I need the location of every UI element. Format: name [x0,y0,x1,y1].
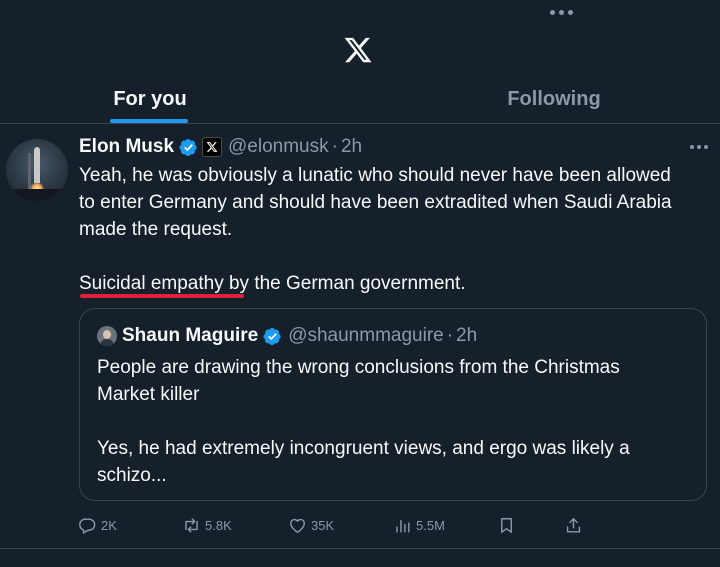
tab-following[interactable]: Following [410,76,698,123]
post-header: Elon Musk @elonmusk · 2h [79,134,362,160]
bookmark-button[interactable] [497,512,516,538]
post-timestamp[interactable]: 2h [341,136,362,158]
views-chart-icon [396,519,410,533]
post-text-line: made the request. [79,219,233,240]
more-dot [549,9,555,15]
repost-count: 5.8K [205,517,232,533]
quote-author-avatar [97,326,117,346]
quote-author-name: Shaun Maguire [122,325,259,346]
active-tab-indicator [110,119,188,123]
share-icon [566,517,581,533]
hand-drawn-underline [80,294,244,298]
repost-button[interactable]: 5.8K [182,512,232,538]
reply-count: 2K [101,517,117,533]
heart-icon [290,518,305,533]
avatar-body [100,339,114,346]
views-button[interactable]: 5.5M [393,512,445,538]
reply-icon [79,517,96,534]
post-actions-bar: 2K 5.8K 35K 5.5M [0,512,720,538]
quote-text-line: Market killer [97,384,200,405]
more-options-icon[interactable] [548,5,574,19]
more-dot [704,145,708,149]
more-dot [697,145,701,149]
timeline-tabs: For you Following [0,76,720,124]
x-affiliation-badge-icon[interactable] [202,137,223,157]
author-avatar[interactable] [6,139,68,201]
tab-following-label: Following [507,88,601,110]
more-dot [567,9,573,15]
quote-text: People are drawing the wrong conclusions… [97,354,692,489]
post-text-line: Yeah, he was obviously a lunatic who sho… [79,165,671,186]
like-button[interactable]: 35K [288,512,334,538]
avatar-launch-tower [28,153,31,189]
quote-timestamp: 2h [456,325,478,346]
more-dot [558,9,564,15]
x-mini-logo-icon [206,142,218,152]
like-count: 35K [311,517,335,533]
separator-dot: · [446,325,454,346]
bookmark-icon [501,517,512,533]
post-text: Yeah, he was obviously a lunatic who sho… [79,162,709,297]
view-count: 5.5M [416,517,445,533]
verified-badge-icon[interactable] [179,138,198,157]
x-logo-icon[interactable] [343,35,373,65]
post-text-line: Suicidal empathy by the German governmen… [79,273,466,294]
post-divider [0,548,720,549]
reply-button[interactable]: 2K [78,512,117,538]
avatar-face [103,330,111,339]
author-name[interactable]: Elon Musk [79,136,174,158]
quote-header: Shaun Maguire @shaunmmaguire · 2h [122,323,477,349]
tab-for-you-label: For you [113,88,187,110]
avatar-rocket [34,147,40,183]
quote-text-line: People are drawing the wrong conclusions… [97,357,620,378]
verified-badge-icon [263,327,281,345]
more-dot [690,145,694,149]
avatar-ground [6,189,68,201]
separator-dot: · [331,136,338,157]
author-handle[interactable]: @elonmusk [228,136,329,158]
post-more-icon[interactable] [690,144,708,150]
share-button[interactable] [564,512,583,538]
repost-icon [185,517,198,533]
post-text-line: to enter Germany and should have been ex… [79,192,672,213]
quote-text-line: Yes, he had extremely incongruent views,… [97,438,630,459]
quote-text-line: schizo... [97,465,167,486]
tab-for-you[interactable]: For you [0,76,300,123]
quote-author-handle: @shaunmmaguire [288,325,444,346]
quoted-post[interactable]: Shaun Maguire @shaunmmaguire · 2h People… [79,308,707,501]
